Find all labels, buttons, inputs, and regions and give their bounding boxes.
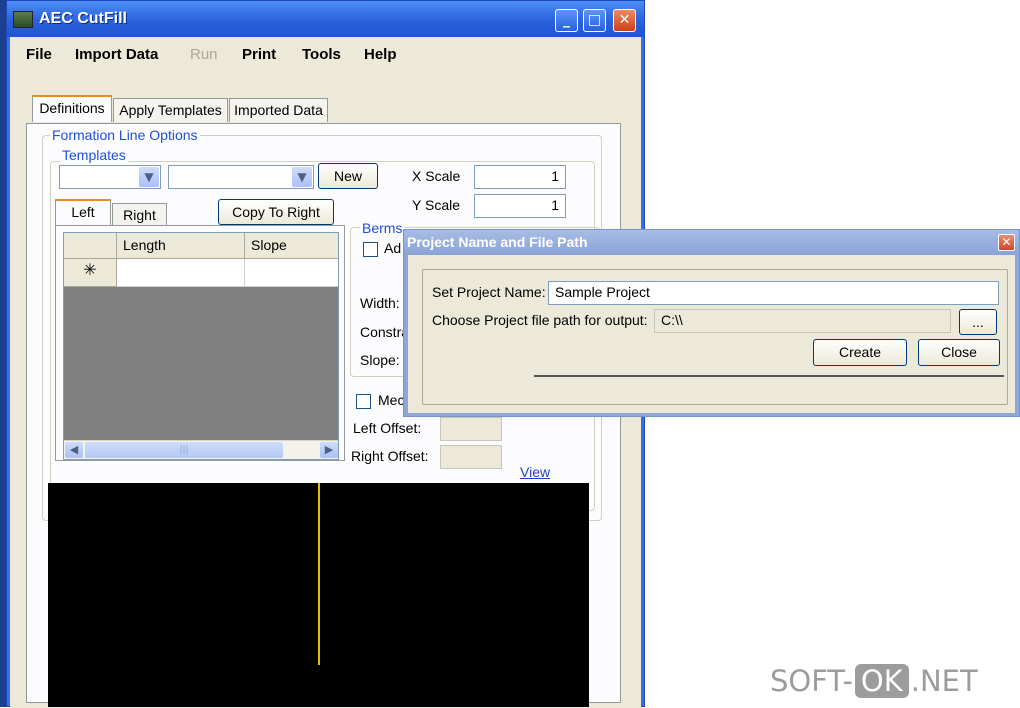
berms-label: Berms: [360, 220, 405, 236]
dialog-title-bar[interactable]: Project Name and File Path ✕: [404, 230, 1019, 255]
menu-print[interactable]: Print: [242, 46, 276, 63]
template-combo-1[interactable]: ▼: [59, 165, 161, 189]
window-title: AEC CutFill: [39, 10, 127, 27]
new-button[interactable]: New: [318, 163, 378, 189]
add-berm-checkbox[interactable]: [363, 242, 378, 257]
project-dialog: Project Name and File Path ✕ Set Project…: [403, 229, 1020, 417]
menu-import-data[interactable]: Import Data: [75, 46, 158, 63]
tab-imported-data[interactable]: Imported Data: [229, 98, 328, 122]
view-link[interactable]: View: [518, 464, 553, 480]
chevron-down-icon[interactable]: ▼: [292, 167, 312, 187]
scroll-thumb[interactable]: |||: [85, 442, 283, 458]
app-icon: [13, 11, 33, 28]
horizontal-scrollbar[interactable]: ◀ ||| ▶: [64, 440, 338, 459]
watermark-part2: OK: [854, 664, 909, 698]
width-label: Width:: [360, 295, 400, 311]
watermark: SOFT- OK .NET: [770, 664, 978, 698]
chevron-down-icon[interactable]: ▼: [139, 167, 159, 187]
maximize-button[interactable]: □: [583, 9, 606, 32]
new-row-marker: ✳: [64, 259, 117, 287]
menu-bar: File Import Data Run Print Tools Help: [10, 37, 641, 71]
median-checkbox[interactable]: [356, 394, 371, 409]
scroll-left-icon[interactable]: ◀: [65, 442, 83, 458]
scroll-right-icon[interactable]: ▶: [320, 442, 338, 458]
template-combo-2[interactable]: ▼: [168, 165, 314, 189]
grid-cell-length[interactable]: [117, 259, 245, 287]
project-name-label: Set Project Name:: [432, 284, 546, 300]
copy-to-right-button[interactable]: Copy To Right: [218, 199, 334, 225]
x-scale-label: X Scale: [412, 168, 461, 184]
grid-cell-slope[interactable]: [245, 259, 338, 287]
grid-corner-header: [64, 233, 117, 259]
median-label: Mec: [378, 392, 405, 408]
menu-run: Run: [190, 46, 218, 63]
grid-header-length[interactable]: Length: [117, 233, 245, 259]
tab-definitions[interactable]: Definitions: [32, 95, 112, 122]
subtab-right[interactable]: Right: [112, 203, 167, 227]
file-path-label: Choose Project file path for output:: [432, 312, 648, 328]
slope-label: Slope:: [360, 352, 400, 368]
y-scale-input[interactable]: 1: [474, 194, 566, 218]
add-berm-label: Ad: [384, 240, 402, 256]
close-button[interactable]: ✕: [613, 9, 636, 32]
create-button[interactable]: Create: [813, 339, 907, 366]
progress-line: [534, 375, 1004, 377]
canvas-formation-line: [318, 483, 320, 665]
menu-tools[interactable]: Tools: [302, 46, 341, 63]
dialog-title: Project Name and File Path: [407, 234, 588, 250]
watermark-part1: SOFT-: [770, 664, 853, 698]
left-offset-label: Left Offset:: [353, 420, 422, 436]
grid-header-slope[interactable]: Slope: [245, 233, 338, 259]
dialog-body: Set Project Name: Sample Project Choose …: [408, 255, 1015, 413]
file-path-input: C:\\: [654, 309, 951, 333]
close-dialog-button[interactable]: Close: [918, 339, 1000, 366]
browse-button[interactable]: ...: [959, 309, 997, 335]
menu-help[interactable]: Help: [364, 46, 397, 63]
y-scale-label: Y Scale: [412, 197, 460, 213]
subtab-left[interactable]: Left: [55, 199, 111, 226]
right-offset-input: [440, 445, 502, 469]
x-scale-input[interactable]: 1: [474, 165, 566, 189]
right-offset-label: Right Offset:: [351, 448, 429, 464]
tab-apply-templates[interactable]: Apply Templates: [113, 98, 228, 122]
dialog-close-icon[interactable]: ✕: [998, 234, 1015, 251]
formation-line-label: Formation Line Options: [50, 127, 200, 143]
project-name-input[interactable]: Sample Project: [548, 281, 999, 305]
minimize-button[interactable]: _: [555, 9, 578, 32]
slope-grid[interactable]: Length Slope ✳ ◀ ||| ▶: [63, 232, 339, 460]
constraint-label: Constra: [360, 324, 410, 340]
watermark-part3: .NET: [910, 664, 978, 698]
left-offset-input: [440, 417, 502, 441]
title-bar[interactable]: AEC CutFill _ □ ✕: [7, 1, 644, 37]
templates-label: Templates: [60, 147, 128, 163]
menu-file[interactable]: File: [26, 46, 52, 63]
